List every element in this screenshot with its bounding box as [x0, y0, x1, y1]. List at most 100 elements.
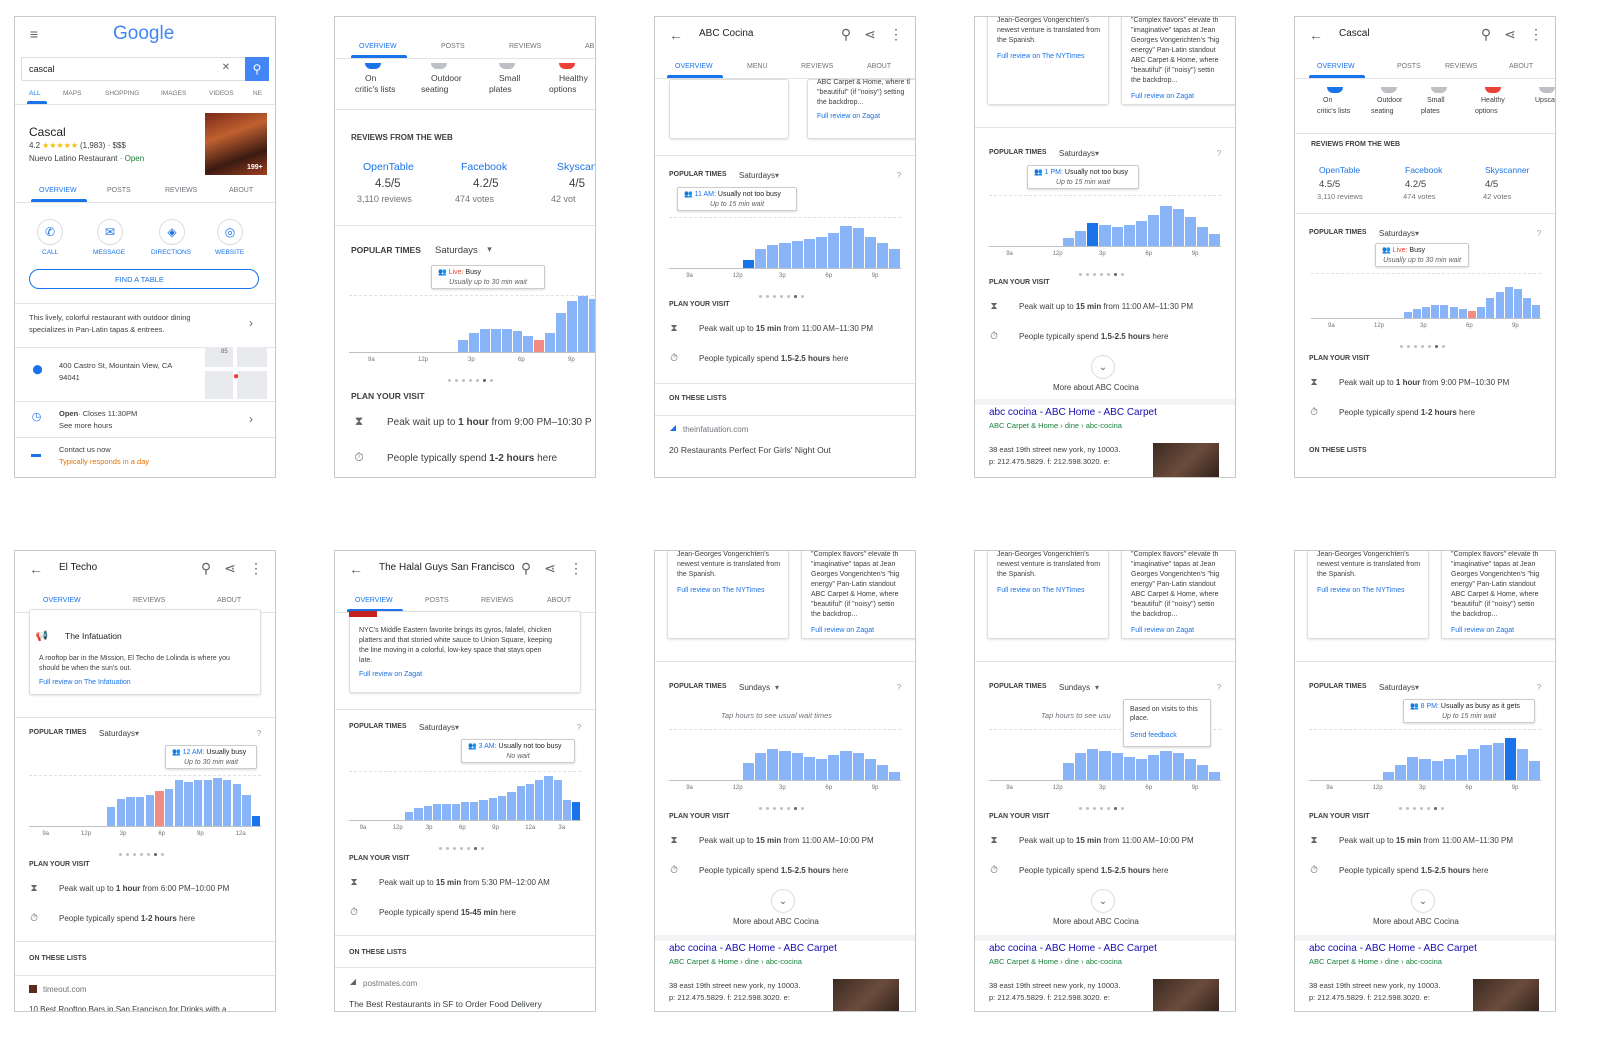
- busy-bar[interactable]: [1099, 750, 1111, 780]
- busy-bar[interactable]: [1458, 308, 1467, 318]
- busy-bar[interactable]: [1517, 748, 1529, 780]
- busy-bar[interactable]: [1197, 765, 1209, 780]
- busy-bar[interactable]: [1074, 752, 1087, 780]
- busy-bar[interactable]: [469, 333, 479, 352]
- search-result-title[interactable]: abc cocina - ABC Home - ABC Carpet: [989, 943, 1157, 954]
- message-button-label[interactable]: MESSAGE: [93, 249, 125, 256]
- busy-bar[interactable]: [840, 226, 852, 268]
- chevron-down-icon[interactable]: ▾: [1091, 147, 1103, 159]
- popular-times-chart[interactable]: [1311, 273, 1541, 319]
- busy-bar[interactable]: [535, 780, 544, 820]
- busy-bar[interactable]: [414, 808, 423, 820]
- help-icon[interactable]: ?: [1213, 681, 1225, 693]
- day-pager-dots[interactable]: [437, 837, 486, 850]
- busy-bar[interactable]: [523, 335, 534, 352]
- tab-overview[interactable]: OVERVIEW: [359, 43, 397, 50]
- busy-bar[interactable]: [451, 804, 460, 820]
- day-selector[interactable]: Sundays: [1059, 683, 1090, 692]
- busy-bar[interactable]: [840, 750, 852, 780]
- busy-bar[interactable]: [1172, 208, 1184, 246]
- search-icon[interactable]: ⚲: [517, 559, 535, 577]
- tab-posts[interactable]: POSTS: [1397, 63, 1421, 70]
- zagat-review-link[interactable]: Full review on Zagat: [817, 113, 880, 120]
- expand-more-button[interactable]: ⌄: [1091, 889, 1115, 913]
- search-input[interactable]: cascal: [29, 64, 55, 74]
- tab-about[interactable]: ABOUT: [217, 597, 241, 604]
- busy-bar[interactable]: [803, 757, 816, 780]
- busy-bar[interactable]: [754, 249, 767, 268]
- busy-bar[interactable]: [433, 804, 442, 820]
- busy-bar[interactable]: [1513, 288, 1523, 318]
- website-button-label[interactable]: WEBSITE: [215, 249, 244, 256]
- busy-bar[interactable]: [1419, 759, 1431, 780]
- busy-bar[interactable]: [516, 786, 525, 820]
- chevron-right-icon[interactable]: ›: [243, 411, 259, 427]
- tab-overview[interactable]: OVERVIEW: [1317, 63, 1355, 70]
- busy-bar[interactable]: [1431, 305, 1440, 318]
- expand-more-button[interactable]: ⌄: [1411, 889, 1435, 913]
- busy-bar[interactable]: [470, 802, 479, 820]
- busy-bar[interactable]: [1529, 761, 1541, 780]
- expand-more-button[interactable]: ⌄: [771, 889, 795, 913]
- search-tab-all[interactable]: ALL: [29, 90, 41, 97]
- busy-bar[interactable]: [155, 790, 164, 826]
- busy-bar[interactable]: [828, 755, 840, 780]
- busy-bar[interactable]: [116, 798, 126, 826]
- busy-bar[interactable]: [106, 807, 116, 826]
- popular-times-chart[interactable]: [989, 195, 1221, 247]
- review-count[interactable]: (1,983): [80, 141, 105, 150]
- busy-bar[interactable]: [1431, 761, 1443, 780]
- tab-reviews[interactable]: REVIEWS: [481, 597, 513, 604]
- list-title[interactable]: The Best Restaurants in SF to Order Food…: [349, 999, 542, 1009]
- busy-bar[interactable]: [852, 228, 864, 268]
- more-vert-icon[interactable]: ⋮: [1527, 25, 1545, 43]
- busy-bar[interactable]: [458, 340, 469, 352]
- busy-bar[interactable]: [1148, 214, 1160, 246]
- busy-bar[interactable]: [1477, 306, 1486, 318]
- busy-bar[interactable]: [1456, 755, 1468, 780]
- busy-bar[interactable]: [889, 771, 901, 780]
- web-review-source[interactable]: Skyscanner: [1485, 165, 1529, 175]
- day-selector[interactable]: Saturdays: [435, 245, 478, 256]
- tab-about[interactable]: ABOUT: [547, 597, 571, 604]
- busy-bar[interactable]: [1111, 227, 1123, 246]
- chevron-down-icon[interactable]: ▾: [771, 169, 783, 181]
- busy-bar[interactable]: [588, 298, 595, 352]
- day-selector[interactable]: Saturdays: [739, 171, 775, 180]
- call-icon[interactable]: ✆: [37, 219, 63, 245]
- busy-bar[interactable]: [889, 249, 901, 268]
- busy-bar[interactable]: [544, 776, 553, 820]
- expand-more-button[interactable]: ⌄: [1091, 355, 1115, 379]
- chevron-down-icon[interactable]: ▾: [1411, 681, 1423, 693]
- more-vert-icon[interactable]: ⋮: [887, 25, 905, 43]
- busy-bar[interactable]: [1480, 744, 1492, 780]
- tab-reviews[interactable]: REVIEWS: [133, 597, 165, 604]
- call-button-label[interactable]: CALL: [42, 249, 58, 256]
- busy-bar[interactable]: [213, 778, 222, 826]
- chevron-down-icon[interactable]: ▾: [771, 681, 783, 693]
- day-selector[interactable]: Saturdays: [1379, 683, 1415, 692]
- busy-bar[interactable]: [553, 780, 562, 820]
- busy-bar[interactable]: [1504, 286, 1513, 318]
- chevron-down-icon[interactable]: ▾: [451, 721, 463, 733]
- contact-label[interactable]: Contact us now: [59, 445, 111, 454]
- busy-bar[interactable]: [479, 328, 490, 352]
- busy-bar[interactable]: [1111, 752, 1123, 780]
- zagat-review-link[interactable]: Full review on Zagat: [1131, 627, 1194, 634]
- day-pager-dots[interactable]: [757, 285, 806, 298]
- busy-bar[interactable]: [405, 812, 414, 820]
- busy-bar[interactable]: [877, 243, 889, 268]
- see-more-hours[interactable]: See more hours: [59, 421, 112, 430]
- busy-bar[interactable]: [1449, 306, 1458, 318]
- busy-bar[interactable]: [816, 236, 828, 268]
- busy-bar[interactable]: [164, 788, 174, 826]
- tab-overview[interactable]: OVERVIEW: [39, 187, 77, 194]
- list-title[interactable]: 10 Best Rooftop Bars in San Francisco fo…: [29, 1005, 226, 1011]
- busy-bar[interactable]: [1123, 225, 1136, 246]
- busy-bar[interactable]: [490, 328, 501, 352]
- nytimes-review-link[interactable]: Full review on The NYTimes: [1317, 587, 1405, 594]
- busy-bar[interactable]: [1123, 757, 1136, 780]
- busy-bar[interactable]: [803, 238, 816, 268]
- nytimes-review-link[interactable]: Full review on The NYTimes: [997, 587, 1085, 594]
- busy-bar[interactable]: [1440, 305, 1449, 318]
